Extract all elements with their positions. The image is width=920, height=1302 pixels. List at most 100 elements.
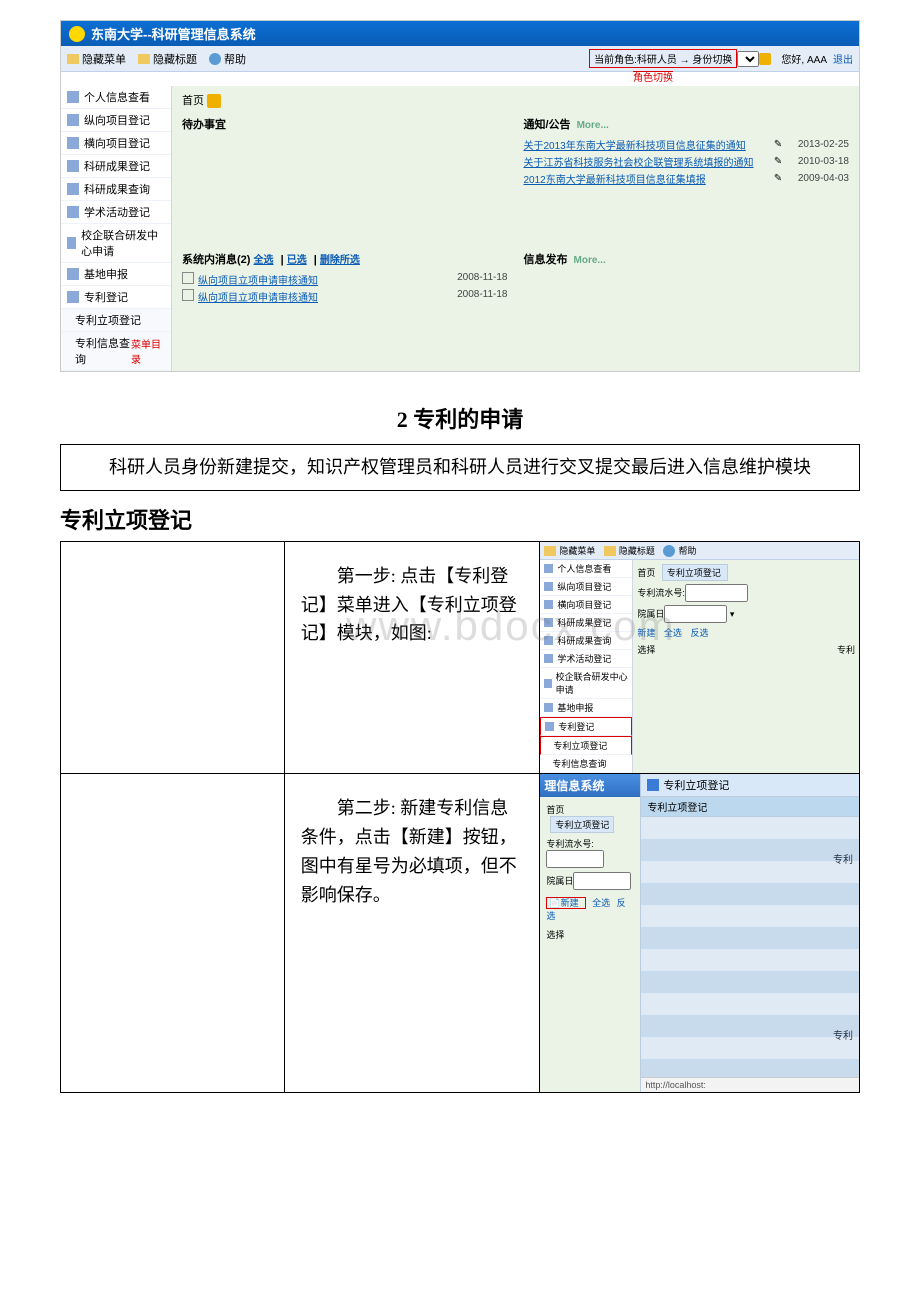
menu-icon bbox=[544, 564, 553, 573]
sidebar-item-result-query[interactable]: 科研成果查询 bbox=[61, 178, 171, 201]
sidebar-item[interactable]: 个人信息查看 bbox=[540, 560, 632, 578]
sidebar-item[interactable]: 纵向项目登记 bbox=[540, 578, 632, 596]
right-head: 专利立项登记 bbox=[641, 774, 859, 797]
sidebar-item[interactable]: 科研成果登记 bbox=[540, 614, 632, 632]
hide-menu-button[interactable]: 隐藏菜单 bbox=[67, 51, 126, 67]
status-bar: http://localhost: bbox=[641, 1077, 859, 1092]
sidebar-item-personal[interactable]: 个人信息查看 bbox=[61, 86, 171, 109]
app-title: 东南大学--科研管理信息系统 bbox=[91, 24, 256, 43]
notice-link[interactable]: 关于江苏省科技服务社会校企联管理系统填报的通知 bbox=[524, 154, 770, 169]
sidebar-item-patent[interactable]: 专利登记 bbox=[61, 286, 171, 309]
notice-title: 通知/公告More... bbox=[524, 116, 850, 132]
form-grid: 专利 专利 bbox=[641, 817, 859, 1077]
role-select[interactable] bbox=[737, 51, 759, 67]
serial-input[interactable] bbox=[546, 850, 604, 868]
role-box: 当前角色:科研人员 → 身份切换 bbox=[589, 49, 737, 68]
logout-link[interactable]: 退出 bbox=[833, 51, 853, 66]
menu-icon bbox=[544, 636, 553, 645]
home-tab[interactable]: 首页 bbox=[637, 568, 655, 578]
sidebar-item-base[interactable]: 基地申报 bbox=[61, 263, 171, 286]
new-button-highlight[interactable]: 📄新建 bbox=[546, 897, 585, 909]
more-link[interactable]: More... bbox=[574, 255, 606, 266]
menu-flag: 菜单目录 bbox=[131, 336, 165, 366]
serial-input[interactable] bbox=[685, 584, 748, 602]
home-tab[interactable]: 首页 bbox=[182, 95, 204, 107]
dept-label: 院属日 bbox=[637, 609, 664, 619]
all-button[interactable]: 全选 bbox=[664, 628, 682, 638]
all-button[interactable]: 全选 bbox=[592, 898, 610, 908]
sidebar-item-center[interactable]: 校企联合研发中心申请 bbox=[61, 224, 171, 263]
sidebar-item[interactable]: 学术活动登记 bbox=[540, 650, 632, 668]
title-bar: 东南大学--科研管理信息系统 bbox=[61, 21, 859, 46]
edit-icon[interactable]: ✎ bbox=[774, 156, 786, 168]
dept-input[interactable] bbox=[573, 872, 631, 890]
menu-icon bbox=[67, 91, 79, 103]
sidebar-item-horizontal[interactable]: 横向项目登记 bbox=[61, 132, 171, 155]
patent-tab[interactable]: 专利立项登记 bbox=[550, 816, 614, 833]
menu-icon bbox=[67, 268, 79, 280]
subsection-title: 专利立项登记 bbox=[60, 503, 860, 535]
menu-icon bbox=[67, 114, 79, 126]
role-label: 当前角色:科研人员 → 身份切换 bbox=[594, 51, 732, 66]
sys-title-frag: 理信息系统 bbox=[540, 774, 640, 797]
right-col-label: 专利 bbox=[837, 643, 855, 656]
sidebar-item[interactable]: 校企联合研发中心申请 bbox=[540, 668, 632, 699]
sidebar-item-patent-highlight[interactable]: 专利登记 bbox=[540, 717, 632, 736]
sidebar-item[interactable]: 科研成果查询 bbox=[540, 632, 632, 650]
intro-text: 科研人员身份新建提交，知识产权管理员和科研人员进行交叉提交最后进入信息维护模块 bbox=[73, 453, 847, 482]
role-switch-label: 角色切换 bbox=[633, 71, 673, 84]
sidebar-sub-patent-query[interactable]: 专利信息查询菜单目录 bbox=[61, 332, 171, 371]
notice-date: 2009-04-03 bbox=[798, 173, 849, 184]
serial-label: 专利流水号: bbox=[637, 588, 685, 598]
notice-row: 关于江苏省科技服务社会校企联管理系统填报的通知 ✎ 2010-03-18 bbox=[524, 153, 850, 170]
checkbox[interactable] bbox=[182, 272, 194, 284]
rev-button[interactable]: 反选 bbox=[690, 628, 708, 638]
dept-input[interactable] bbox=[664, 605, 727, 623]
filter-all[interactable]: 全选 bbox=[254, 255, 274, 266]
hide-tab-button[interactable]: 隐藏标题 bbox=[138, 51, 197, 67]
notice-link[interactable]: 2012东南大学最新科技项目信息征集填报 bbox=[524, 171, 770, 186]
sysmsg-row: 纵向项目立项申请审核通知 2008-11-18 bbox=[182, 288, 508, 305]
sidebar-item-academic[interactable]: 学术活动登记 bbox=[61, 201, 171, 224]
new-button[interactable]: 新建 bbox=[637, 628, 655, 638]
content-area: 首页 待办事宜 通知/公告More... 关于2013年东南大学最新科技项目信息… bbox=[172, 86, 859, 371]
folder-icon bbox=[544, 546, 556, 556]
sysmsg-link[interactable]: 纵向项目立项申请审核通知 bbox=[198, 289, 318, 304]
menu-icon bbox=[67, 160, 79, 172]
checkbox[interactable] bbox=[182, 289, 194, 301]
notice-link[interactable]: 关于2013年东南大学最新科技项目信息征集的通知 bbox=[524, 137, 770, 152]
sidebar-item-result-reg[interactable]: 科研成果登记 bbox=[61, 155, 171, 178]
menu-icon bbox=[67, 183, 79, 195]
sidebar-sub-patent-reg-highlight[interactable]: 专利立项登记 bbox=[540, 736, 632, 755]
menu-icon bbox=[67, 291, 79, 303]
sidebar-sub-patent-query[interactable]: 专利信息查询 bbox=[540, 755, 632, 773]
sysmsg-link[interactable]: 纵向项目立项申请审核通知 bbox=[198, 272, 318, 287]
step2-screenshot: 理信息系统 首页 专利立项登记 专利流水号: 院属日 📄新建 全选 bbox=[540, 774, 859, 1092]
filter-delete[interactable]: 删除所选 bbox=[320, 255, 360, 266]
menu-icon bbox=[544, 654, 553, 663]
sidebar-item[interactable]: 基地申报 bbox=[540, 699, 632, 717]
sysmsg-title: 系统内消息(2) 全选 | 已选 | 删除所选 bbox=[182, 251, 508, 267]
help-icon bbox=[209, 53, 221, 65]
select-label: 选择 bbox=[637, 645, 655, 655]
sysmsg-row: 纵向项目立项申请审核通知 2008-11-18 bbox=[182, 271, 508, 288]
help-button[interactable]: 帮助 bbox=[209, 51, 246, 67]
sidebar-item-vertical[interactable]: 纵向项目登记 bbox=[61, 109, 171, 132]
info-title: 信息发布More... bbox=[524, 251, 850, 267]
home-tab[interactable]: 首页 bbox=[546, 805, 564, 815]
patent-tab[interactable]: 专利立项登记 bbox=[662, 564, 728, 581]
menu-icon bbox=[544, 679, 551, 688]
toolbar: 隐藏菜单 隐藏标题 帮助 当前角色:科研人员 → 身份切换 您好, AAA 退出 bbox=[61, 46, 859, 72]
more-link[interactable]: More... bbox=[577, 120, 609, 131]
filter-read[interactable]: 已选 bbox=[287, 255, 307, 266]
step1-text: 第一步: 点击【专利登记】菜单进入【专利立项登记】模块，如图: bbox=[285, 542, 540, 668]
right-sub-head: 专利立项登记 bbox=[641, 797, 859, 817]
sidebar-item[interactable]: 横向项目登记 bbox=[540, 596, 632, 614]
edit-icon[interactable]: ✎ bbox=[774, 173, 786, 185]
edit-icon[interactable]: ✎ bbox=[774, 139, 786, 151]
help-icon bbox=[663, 545, 675, 557]
notice-row: 2012东南大学最新科技项目信息征集填报 ✎ 2009-04-03 bbox=[524, 170, 850, 187]
sidebar-sub-patent-reg[interactable]: 专利立项登记 bbox=[61, 309, 171, 332]
menu-icon bbox=[545, 722, 554, 731]
greeting: 您好, AAA bbox=[781, 51, 827, 66]
